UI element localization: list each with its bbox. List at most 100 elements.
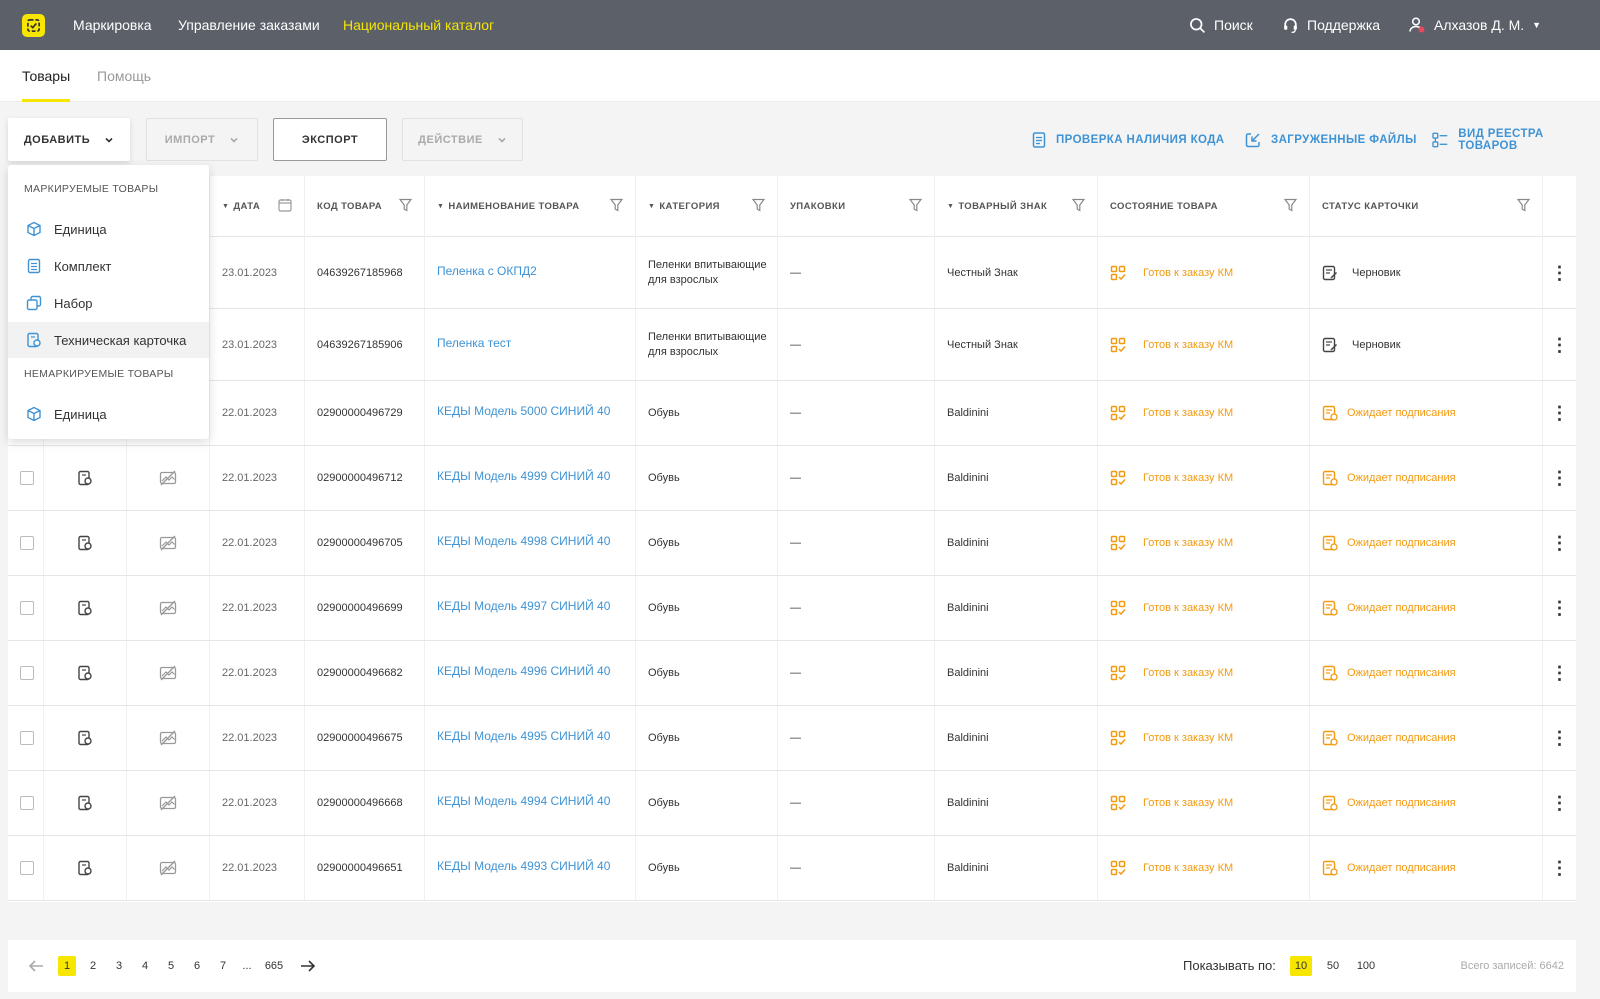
check-code-label: ПРОВЕРКА НАЛИЧИЯ КОДА (1056, 134, 1225, 146)
support-button[interactable]: Поддержка (1282, 0, 1380, 50)
more-vertical-icon[interactable]: ⋮ (1551, 469, 1569, 487)
row-product-name-link[interactable]: КЕДЫ Модель 4999 СИНИЙ 40 (425, 446, 636, 510)
menu-item-tech-card[interactable]: Техническая карточка (8, 322, 209, 358)
row-status-cell: Ожидает подписания (1310, 576, 1543, 640)
filter-icon[interactable] (399, 198, 412, 212)
menu-item-unit[interactable]: Единица (8, 211, 209, 247)
tab-help[interactable]: Помощь (97, 50, 151, 102)
menu-item-set[interactable]: Набор (8, 285, 209, 321)
more-vertical-icon[interactable]: ⋮ (1551, 599, 1569, 617)
filter-icon[interactable] (752, 198, 765, 212)
more-vertical-icon[interactable]: ⋮ (1551, 404, 1569, 422)
header-packages[interactable]: УПАКОВКИ (778, 176, 935, 237)
add-button[interactable]: ДОБАВИТЬ (8, 118, 130, 161)
row-brand: Baldinini (935, 771, 1098, 835)
row-product-name-link[interactable]: Пеленка с ОКПД2 (425, 237, 636, 308)
table-row[interactable]: 22.01.2023 02900000496682 КЕДЫ Модель 4996… (8, 641, 1576, 706)
row-product-name-link[interactable]: КЕДЫ Модель 4994 СИНИЙ 40 (425, 771, 636, 835)
row-checkbox[interactable] (20, 861, 34, 875)
arrow-left-icon[interactable] (28, 959, 44, 973)
row-product-name-link[interactable]: КЕДЫ Модель 4997 СИНИЙ 40 (425, 576, 636, 640)
more-vertical-icon[interactable]: ⋮ (1551, 534, 1569, 552)
menu-item-unmarked-unit[interactable]: Единица (8, 396, 209, 432)
logo-icon[interactable] (22, 14, 45, 37)
subtabs-bar: Товары Помощь (0, 50, 1600, 102)
row-state: Готов к заказу КМ (1143, 667, 1234, 679)
table-row[interactable]: 23.01.2023 04639267185968 Пеленка с ОКПД2 П… (8, 237, 1576, 309)
row-checkbox[interactable] (20, 536, 34, 550)
tab-products[interactable]: Товары (22, 50, 71, 102)
nav-national-catalog[interactable]: Национальный каталог (343, 0, 494, 50)
per-page-10[interactable]: 10 (1290, 956, 1312, 976)
page-number[interactable]: 1 (58, 956, 76, 976)
table-row[interactable]: 22.01.2023 02900000496705 КЕДЫ Модель 4998… (8, 511, 1576, 576)
user-menu[interactable]: Алхазов Д. М. ▼ (1408, 0, 1541, 50)
row-product-name-link[interactable]: КЕДЫ Модель 4993 СИНИЙ 40 (425, 836, 636, 900)
per-page-100[interactable]: 100 (1352, 956, 1380, 976)
search-button[interactable]: Поиск (1189, 0, 1253, 50)
table-row[interactable]: 22.01.2023 02900000496729 КЕДЫ Модель 5000… (8, 381, 1576, 446)
row-checkbox-cell (8, 706, 44, 770)
table-row[interactable]: 22.01.2023 02900000496675 КЕДЫ Модель 4995… (8, 706, 1576, 771)
per-page-50[interactable]: 50 (1322, 956, 1344, 976)
pending-sign-icon (1322, 860, 1338, 876)
upload-arrow-icon (1245, 133, 1260, 148)
check-code-link[interactable]: ПРОВЕРКА НАЛИЧИЯ КОДА (1032, 129, 1225, 151)
table-row[interactable]: 22.01.2023 02900000496712 КЕДЫ Модель 4999… (8, 446, 1576, 511)
row-product-name-link[interactable]: КЕДЫ Модель 4998 СИНИЙ 40 (425, 511, 636, 575)
table-row[interactable]: 22.01.2023 02900000496699 КЕДЫ Модель 4997… (8, 576, 1576, 641)
filter-icon[interactable] (1072, 198, 1085, 212)
row-checkbox[interactable] (20, 731, 34, 745)
row-product-name-link[interactable]: КЕДЫ Модель 4996 СИНИЙ 40 (425, 641, 636, 705)
row-date: 22.01.2023 (210, 641, 305, 705)
registry-view-link[interactable]: ВИД РЕЕСТРА ТОВАРОВ (1432, 128, 1600, 152)
row-checkbox[interactable] (20, 601, 34, 615)
action-button[interactable]: ДЕЙСТВИЕ (402, 118, 523, 161)
page-number[interactable]: 3 (110, 956, 128, 976)
page-number[interactable]: 665 (260, 956, 288, 976)
header-date[interactable]: ▼ ДАТА (210, 176, 305, 237)
page-ellipsis: ... (242, 960, 252, 972)
page-number[interactable]: 6 (188, 956, 206, 976)
page-number[interactable]: 2 (84, 956, 102, 976)
table-row[interactable]: 22.01.2023 02900000496668 КЕДЫ Модель 4994… (8, 771, 1576, 836)
cube-icon (27, 221, 41, 237)
header-state[interactable]: СОСТОЯНИЕ ТОВАРА (1098, 176, 1310, 237)
row-checkbox[interactable] (20, 796, 34, 810)
grid-check-icon (1110, 337, 1126, 352)
menu-item-kit[interactable]: Комплект (8, 248, 209, 284)
more-vertical-icon[interactable]: ⋮ (1551, 794, 1569, 812)
row-product-name-link[interactable]: Пеленка тест (425, 309, 636, 380)
header-name[interactable]: ▼ НАИМЕНОВАНИЕ ТОВАРА (425, 176, 636, 237)
header-brand[interactable]: ▼ ТОВАРНЫЙ ЗНАК (935, 176, 1098, 237)
import-button[interactable]: ИМПОРТ (146, 118, 258, 161)
row-product-name-link[interactable]: КЕДЫ Модель 4995 СИНИЙ 40 (425, 706, 636, 770)
header-code[interactable]: КОД ТОВАРА (305, 176, 425, 237)
more-vertical-icon[interactable]: ⋮ (1551, 664, 1569, 682)
more-vertical-icon[interactable]: ⋮ (1551, 336, 1569, 354)
nav-marking[interactable]: Маркировка (73, 0, 152, 50)
filter-icon[interactable] (1284, 198, 1297, 212)
header-status[interactable]: СТАТУС КАРТОЧКИ (1310, 176, 1543, 237)
more-vertical-icon[interactable]: ⋮ (1551, 729, 1569, 747)
arrow-right-icon[interactable] (300, 959, 316, 973)
more-vertical-icon[interactable]: ⋮ (1551, 859, 1569, 877)
table-row[interactable]: 22.01.2023 02900000496651 КЕДЫ Модель 4993… (8, 836, 1576, 901)
page-number[interactable]: 4 (136, 956, 154, 976)
filter-icon[interactable] (610, 198, 623, 212)
row-checkbox[interactable] (20, 471, 34, 485)
uploaded-files-link[interactable]: ЗАГРУЖЕННЫЕ ФАЙЛЫ (1245, 129, 1417, 151)
header-category[interactable]: ▼ КАТЕГОРИЯ (636, 176, 778, 237)
filter-icon[interactable] (909, 198, 922, 212)
page-number[interactable]: 7 (214, 956, 232, 976)
calendar-icon[interactable] (278, 198, 292, 212)
table-row[interactable]: 23.01.2023 04639267185906 Пеленка тест Пеле… (8, 309, 1576, 381)
export-button[interactable]: ЭКСПОРТ (273, 118, 387, 161)
row-product-name-link[interactable]: КЕДЫ Модель 5000 СИНИЙ 40 (425, 381, 636, 445)
filter-icon[interactable] (1517, 198, 1530, 212)
page-number[interactable]: 5 (162, 956, 180, 976)
more-vertical-icon[interactable]: ⋮ (1551, 264, 1569, 282)
row-checkbox[interactable] (20, 666, 34, 680)
marked-goods-heading: МАРКИРУЕМЫЕ ТОВАРЫ (24, 183, 159, 195)
nav-order-management[interactable]: Управление заказами (178, 0, 320, 50)
